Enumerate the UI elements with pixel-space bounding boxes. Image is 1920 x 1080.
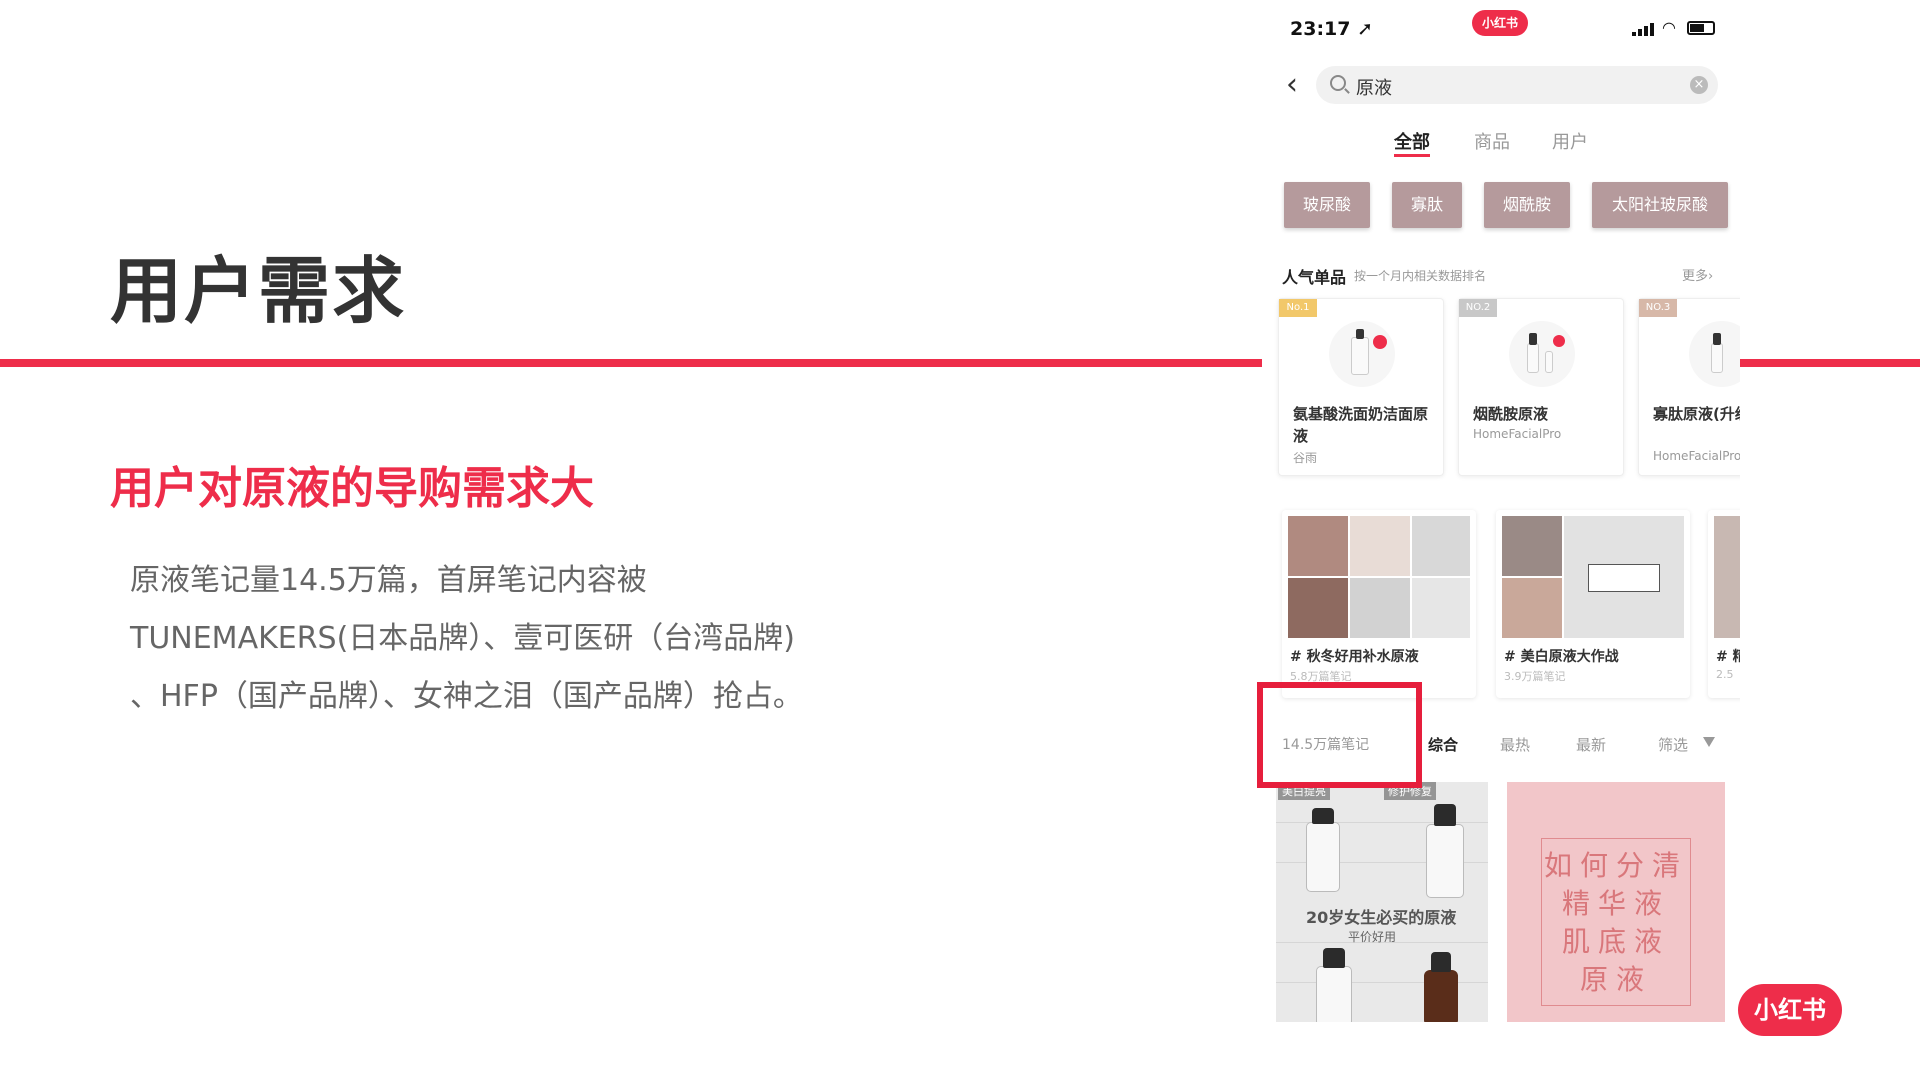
note-line: 精华液: [1561, 887, 1670, 920]
chip-peptide[interactable]: 寡肽: [1392, 182, 1462, 228]
more-link[interactable]: 更多›: [1682, 265, 1713, 284]
chip-niacinamide[interactable]: 烟酰胺: [1484, 182, 1570, 228]
product-name: 寡肽原液(升级版): [1653, 405, 1740, 423]
rank-tag: NO.3: [1639, 299, 1677, 317]
rank-tag: No.1: [1279, 299, 1317, 317]
body-line: TUNEMAKERS(日本品牌）、壹可医研（台湾品牌): [130, 621, 796, 656]
note-title: 20岁女生必买的原液: [1306, 908, 1457, 927]
topic-title: # 秋冬好用补水原液: [1290, 649, 1419, 665]
product-image: [1509, 321, 1575, 387]
topic-collage: [1714, 516, 1740, 638]
search-query: 原液: [1356, 78, 1392, 99]
topic-title: # 美白原液大作战: [1504, 649, 1619, 665]
product-card[interactable]: No.1 氨基酸洗面奶洁面原液 谷雨: [1278, 298, 1444, 476]
topic-collage: [1502, 516, 1684, 638]
product-name: 烟酰胺原液: [1473, 405, 1549, 423]
product-card[interactable]: NO.3 寡肽原液(升级版) HomeFacialPro: [1638, 298, 1740, 476]
phone-screenshot: 23:17 ➚ 小红书 ◠ ‹ 原液 × 全部 商品 用户 玻尿酸 寡肽 烟酰胺…: [1262, 0, 1740, 1044]
popular-sub: 按一个月内相关数据排名: [1354, 269, 1487, 283]
product-image: [1329, 321, 1395, 387]
chip-hyaluronic[interactable]: 玻尿酸: [1284, 182, 1370, 228]
note-card[interactable]: 美白提亮 修护修复 20岁女生必买的原液 平价好用: [1276, 782, 1488, 1022]
note-subtitle: 平价好用: [1348, 930, 1397, 944]
wifi-icon: ◠: [1662, 18, 1676, 37]
body-line: 、HFP（国产品牌）、女神之泪（国产品牌）抢占。: [130, 679, 803, 714]
tab-underline: [1394, 154, 1430, 157]
slide-title: 用户需求: [110, 249, 407, 333]
rank-tag: NO.2: [1459, 299, 1497, 317]
status-time: 23:17 ➚: [1290, 18, 1374, 40]
note-line: 如何分清: [1543, 849, 1688, 882]
topic-collage: [1288, 516, 1470, 638]
product-card[interactable]: NO.2 烟酰胺原液 HomeFacialPro: [1458, 298, 1624, 476]
highlight-box: [1257, 682, 1422, 788]
product-image: [1689, 321, 1740, 387]
topic-count: 2.5: [1716, 668, 1734, 681]
topic-card[interactable]: # 美白原液大作战 3.9万篇笔记: [1496, 510, 1690, 698]
tab-all[interactable]: 全部: [1394, 128, 1430, 154]
sort-new[interactable]: 最新: [1576, 734, 1606, 755]
product-name: 氨基酸洗面奶洁面原液: [1293, 405, 1429, 445]
topic-card[interactable]: # 秋冬好用补水原液 5.8万篇笔记: [1282, 510, 1476, 698]
topic-card[interactable]: # 精 2.5: [1708, 510, 1740, 698]
search-icon: [1330, 75, 1346, 91]
note-card[interactable]: 如何分清 精华液 肌底液 原液: [1507, 782, 1725, 1022]
popular-heading: 人气单品: [1282, 268, 1347, 287]
topic-count: 3.9万篇笔记: [1504, 670, 1566, 683]
location-arrow-icon: ➚: [1357, 18, 1374, 40]
filter-button[interactable]: 筛选: [1658, 734, 1688, 755]
filter-icon: [1703, 737, 1715, 747]
topic-title: # 精: [1716, 649, 1740, 665]
sort-comprehensive[interactable]: 综合: [1428, 734, 1458, 755]
slide-body: 原液笔记量14.5万篇，首屏笔记内容被 TUNEMAKERS(日本品牌）、壹可医…: [130, 552, 890, 726]
xiaohongshu-logo: 小红书: [1738, 984, 1842, 1036]
note-line: 原液: [1579, 963, 1652, 996]
clear-icon[interactable]: ×: [1690, 76, 1708, 94]
back-icon[interactable]: ‹: [1286, 70, 1298, 100]
slide-subtitle: 用户对原液的导购需求大: [110, 463, 594, 514]
battery-icon: [1687, 21, 1715, 35]
signal-icon: [1632, 22, 1656, 36]
tab-users[interactable]: 用户: [1552, 128, 1588, 154]
product-brand: HomeFacialPro: [1653, 449, 1740, 463]
product-brand: HomeFacialPro: [1473, 427, 1562, 441]
chip-sun-hyaluronic[interactable]: 太阳社玻尿酸: [1592, 182, 1728, 228]
app-pill: 小红书: [1472, 10, 1528, 36]
tab-goods[interactable]: 商品: [1474, 128, 1510, 154]
note-line: 肌底液: [1561, 925, 1670, 958]
search-input[interactable]: 原液 ×: [1316, 66, 1718, 104]
body-line: 原液笔记量14.5万篇，首屏笔记内容被: [130, 563, 647, 598]
product-brand: 谷雨: [1293, 451, 1318, 465]
sort-hot[interactable]: 最热: [1500, 734, 1530, 755]
status-bar: 23:17 ➚ 小红书 ◠: [1262, 0, 1740, 58]
